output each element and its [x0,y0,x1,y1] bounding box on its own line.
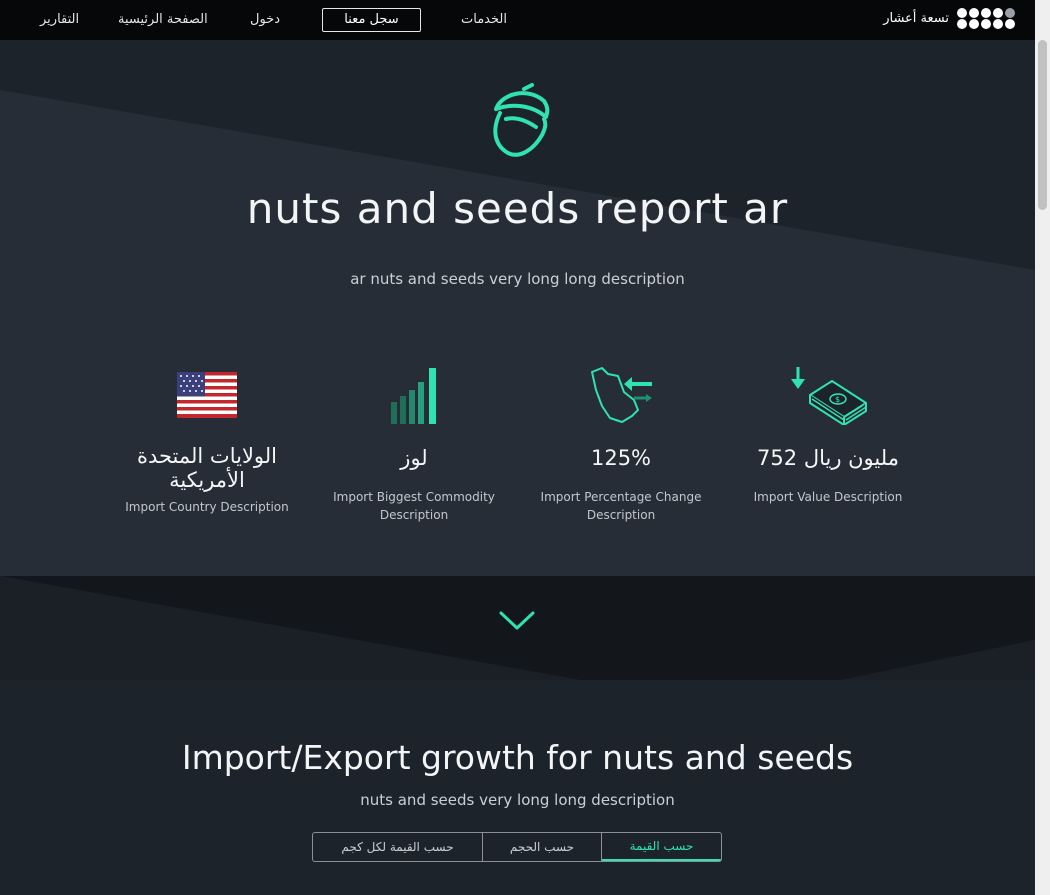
money-stack-icon: $ [791,367,867,425]
stat-value: 752 مليون ريال [757,446,899,470]
stat-label: Import Value Description [753,490,903,504]
register-button[interactable]: سجل معنا [322,8,421,32]
svg-text:$: $ [835,395,840,404]
top-navbar: التقارير الصفحة الرئيسية دخول سجل معنا ا… [0,0,1035,40]
nav-login-link[interactable]: دخول [250,11,280,29]
growth-tabs: حسب القيمة لكل كجم حسب الحجم حسب القيمة [312,832,722,862]
brand-name: تسعة أعشار [883,11,949,26]
stat-import-value: $ 752 مليون ريال Import Value Descriptio… [738,360,918,506]
page-scrollbar[interactable] [1035,0,1050,895]
bar-growth-icon [391,368,436,424]
page-title: nuts and seeds report ar [246,184,789,233]
stat-label: Import Percentage Change Description [540,490,702,522]
scrollbar-thumb[interactable] [1038,40,1047,210]
us-flag-icon [177,372,237,418]
tab-volume[interactable]: حسب الحجم [483,833,602,861]
brand-dots-icon [957,8,1015,29]
tab-value-per-kg[interactable]: حسب القيمة لكل كجم [313,833,483,861]
stat-biggest-commodity: لوز Import Biggest Commodity Description [324,360,504,524]
stat-import-country: الولايات المتحدة الأمريكية Import Countr… [117,360,297,516]
stat-value: لوز [400,446,428,470]
stat-value: الولايات المتحدة الأمريكية [136,444,278,492]
stat-label: Import Biggest Commodity Description [333,490,495,522]
chevron-down-icon[interactable] [498,610,536,632]
stat-value: 125% [590,446,652,470]
tab-value[interactable]: حسب القيمة [602,833,721,861]
page-description: ar nuts and seeds very long long descrip… [350,270,685,288]
growth-section-description: nuts and seeds very long long descriptio… [360,791,675,809]
growth-section-title: Import/Export growth for nuts and seeds [181,738,854,777]
nav-services-link[interactable]: الخدمات [461,11,507,29]
brand-logo[interactable]: تسعة أعشار [883,8,1015,29]
acorn-icon [493,83,550,157]
nav-reports-link[interactable]: التقارير [40,11,79,29]
stat-percentage-change: 125% Import Percentage Change Descriptio… [531,360,711,524]
map-exchange-icon [591,367,652,423]
stat-label: Import Country Description [125,500,289,514]
nav-home-link[interactable]: الصفحة الرئيسية [118,11,208,29]
